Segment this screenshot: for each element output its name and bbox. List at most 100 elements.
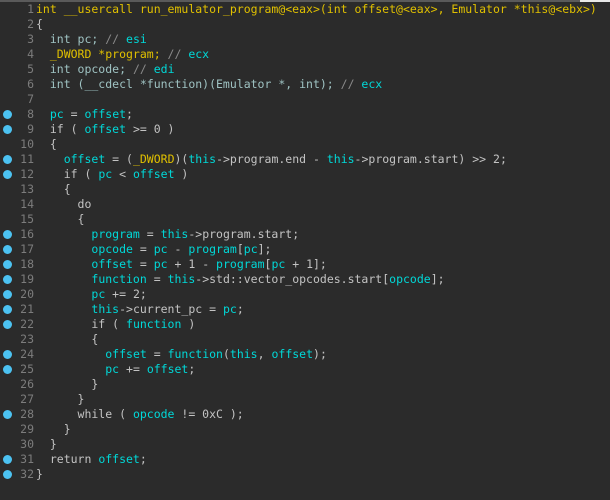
breakpoint-dot-icon[interactable] (3, 290, 12, 299)
code-line[interactable]: 23 { (0, 332, 610, 347)
code-line[interactable]: 18 offset = pc + 1 - program[pc + 1]; (0, 257, 610, 272)
breakpoint-dot-icon[interactable] (3, 320, 12, 329)
variable-token[interactable]: pc (50, 107, 64, 121)
code-line[interactable]: 1 int __usercall run_emulator_program@<ea… (0, 2, 610, 17)
code-line[interactable]: 7 (0, 92, 610, 107)
variable-token[interactable]: pc (91, 287, 105, 301)
variable-token[interactable]: pc (223, 302, 237, 316)
variable-token[interactable]: pc (244, 242, 258, 256)
breakpoint-dot-icon[interactable] (3, 155, 12, 164)
variable-token[interactable]: this (188, 152, 216, 166)
code-text: if ( offset >= 0 ) (36, 122, 175, 137)
code-line[interactable]: 2{ (0, 17, 610, 32)
breakpoint-dot-icon[interactable] (3, 275, 12, 284)
code-token: = (132, 257, 154, 271)
variable-token[interactable]: program (91, 227, 139, 241)
code-line[interactable]: 30 } (0, 437, 610, 452)
variable-token[interactable]: offset (105, 347, 147, 361)
code-line[interactable]: 10 { (0, 137, 610, 152)
code-line[interactable]: 13 { (0, 182, 610, 197)
code-line[interactable]: 31 return offset; (0, 452, 610, 467)
code-line[interactable]: 3 int pc; // esi (0, 32, 610, 47)
code-line[interactable]: 15 { (0, 212, 610, 227)
variable-token[interactable]: opcode (389, 272, 431, 286)
breakpoint-dot-icon[interactable] (3, 365, 12, 374)
breakpoint-dot-icon[interactable] (3, 260, 12, 269)
code-line[interactable]: 27 } (0, 392, 610, 407)
code-line[interactable]: 16 program = this->program.start; (0, 227, 610, 242)
code-line[interactable]: 14 do (0, 197, 610, 212)
code-line[interactable]: 6 int (__cdecl *function)(Emulator *, in… (0, 77, 610, 92)
breakpoint-dot-icon[interactable] (3, 350, 12, 359)
variable-token[interactable]: pc (271, 257, 285, 271)
variable-token[interactable]: offset (84, 122, 126, 136)
variable-token[interactable]: pc (98, 167, 112, 181)
code-line[interactable]: 5 int opcode; // edi (0, 62, 610, 77)
code-line[interactable]: 11 offset = (_DWORD)(this->program.end -… (0, 152, 610, 167)
variable-token[interactable]: offset (64, 152, 106, 166)
code-line[interactable]: 29 } (0, 422, 610, 437)
code-token: ; (236, 302, 244, 316)
code-line[interactable]: 28 while ( opcode != 0xC ); (0, 407, 610, 422)
variable-token[interactable]: opcode (133, 407, 175, 421)
line-number: 18 (20, 257, 34, 271)
code-token: >= 0 ) (126, 122, 175, 136)
variable-token[interactable]: pc (105, 362, 119, 376)
variable-token[interactable]: function (91, 272, 146, 286)
variable-token[interactable]: pc (154, 242, 168, 256)
variable-token[interactable]: program (188, 242, 236, 256)
code-line[interactable]: 24 offset = function(this, offset); (0, 347, 610, 362)
variable-token[interactable]: function (126, 317, 181, 331)
breakpoint-dot-icon[interactable] (3, 245, 12, 254)
code-line[interactable]: 26 } (0, 377, 610, 392)
breakpoint-dot-icon[interactable] (3, 470, 12, 479)
variable-token[interactable]: offset (98, 452, 140, 466)
variable-token[interactable]: program (216, 257, 264, 271)
variable-token[interactable]: ecx (361, 77, 382, 91)
code-line[interactable]: 32} (0, 467, 610, 482)
variable-token[interactable]: this (168, 272, 196, 286)
variable-token[interactable]: offset (271, 347, 313, 361)
variable-token[interactable]: esi (126, 32, 147, 46)
variable-token[interactable]: pc (154, 257, 168, 271)
variable-token[interactable]: opcode (91, 242, 133, 256)
code-token: int opcode; (36, 62, 133, 76)
variable-token[interactable]: offset (85, 107, 127, 121)
variable-token[interactable]: offset (91, 257, 133, 271)
code-line[interactable]: 9 if ( offset >= 0 ) (0, 122, 610, 137)
code-line[interactable]: 22 if ( function ) (0, 317, 610, 332)
code-text: while ( opcode != 0xC ); (36, 407, 244, 422)
variable-token[interactable]: offset (147, 362, 189, 376)
line-number: 4 (27, 47, 34, 61)
code-line[interactable]: 25 pc += offset; (0, 362, 610, 377)
pseudocode-view[interactable]: 1 int __usercall run_emulator_program@<ea… (0, 2, 610, 482)
breakpoint-dot-icon[interactable] (3, 305, 12, 314)
variable-token[interactable]: ecx (188, 47, 209, 61)
code-line[interactable]: 12 if ( pc < offset ) (0, 167, 610, 182)
code-line[interactable]: 21 this->current_pc = pc; (0, 302, 610, 317)
code-line[interactable]: 19 function = this->std::vector_opcodes.… (0, 272, 610, 287)
code-text: } (36, 377, 98, 392)
variable-token[interactable]: this (91, 302, 119, 316)
breakpoint-dot-icon[interactable] (3, 125, 12, 134)
breakpoint-dot-icon[interactable] (3, 110, 12, 119)
variable-token[interactable]: function (168, 347, 223, 361)
breakpoint-dot-icon[interactable] (3, 410, 12, 419)
breakpoint-dot-icon[interactable] (3, 455, 12, 464)
variable-token[interactable]: this (327, 152, 355, 166)
code-text: _DWORD *program; // ecx (36, 47, 209, 62)
variable-token[interactable]: this (161, 227, 189, 241)
variable-token[interactable]: offset (133, 167, 175, 181)
breakpoint-dot-icon[interactable] (3, 170, 12, 179)
variable-token[interactable]: edi (154, 62, 175, 76)
variable-token[interactable]: this (230, 347, 258, 361)
code-line[interactable]: 4 _DWORD *program; // ecx (0, 47, 610, 62)
code-token: } (36, 422, 71, 436)
code-line[interactable]: 20 pc += 2; (0, 287, 610, 302)
code-text: opcode = pc - program[pc]; (36, 242, 271, 257)
code-line[interactable]: 8 pc = offset; (0, 107, 610, 122)
line-number: 28 (20, 407, 34, 421)
line-number: 1 (27, 2, 34, 16)
breakpoint-dot-icon[interactable] (3, 230, 12, 239)
code-line[interactable]: 17 opcode = pc - program[pc]; (0, 242, 610, 257)
